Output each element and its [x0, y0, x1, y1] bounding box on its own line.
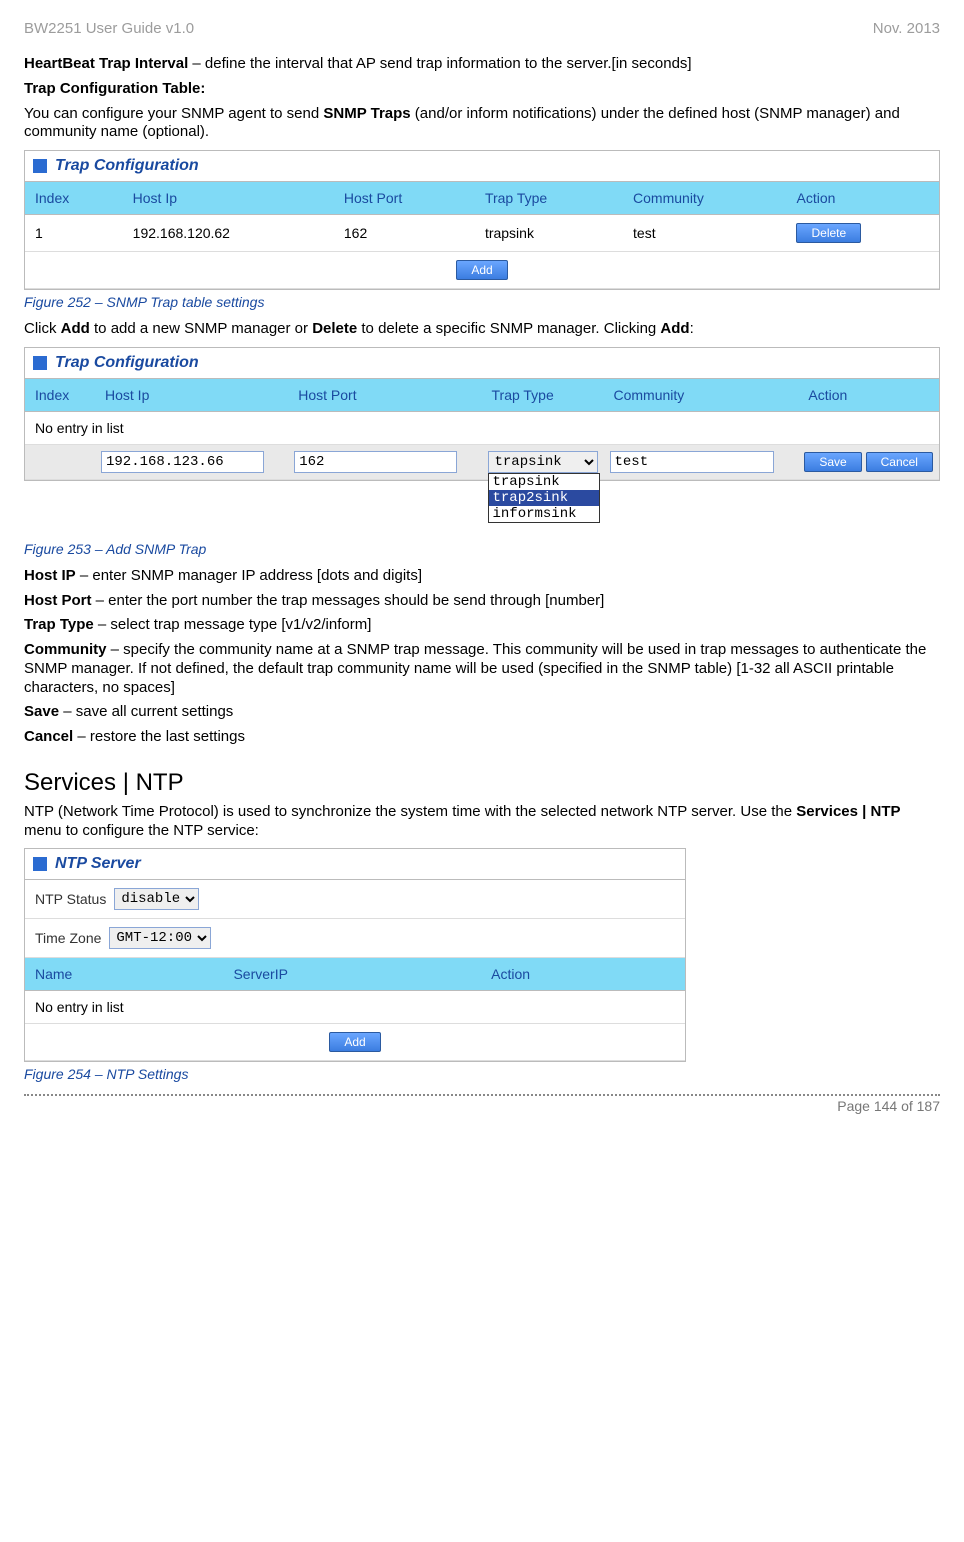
- timezone-label: Time Zone: [35, 930, 101, 946]
- col-community: Community: [623, 182, 786, 215]
- page-footer: Page 144 of 187: [24, 1094, 940, 1114]
- doc-header: BW2251 User Guide v1.0 Nov. 2013: [24, 20, 940, 37]
- ntp-server-panel: NTP Server NTP Status disable Time Zone …: [24, 848, 686, 1062]
- heartbeat-desc: HeartBeat Trap Interval – define the int…: [24, 55, 940, 74]
- col-action: Action: [786, 182, 939, 215]
- traptype-select[interactable]: trapsink: [488, 451, 598, 473]
- col-hostport: Host Port: [334, 182, 475, 215]
- table-row: 1 192.168.120.62 162 trapsink test Delet…: [25, 215, 939, 252]
- hostip-input[interactable]: [101, 451, 264, 473]
- trap-table-edit: Index Host Ip Host Port Trap Type Commun…: [25, 379, 939, 480]
- figure-254-caption: Figure 254 – NTP Settings: [24, 1066, 940, 1082]
- community-input[interactable]: [610, 451, 775, 473]
- cancel-button[interactable]: Cancel: [866, 452, 933, 472]
- save-button[interactable]: Save: [804, 452, 861, 472]
- ntp-status-label: NTP Status: [35, 891, 106, 907]
- ntp-section-heading: Services | NTP: [24, 769, 940, 797]
- ntp-table: Name ServerIP Action No entry in list Ad…: [25, 958, 685, 1061]
- add-button[interactable]: Add: [456, 260, 507, 280]
- add-button[interactable]: Add: [329, 1032, 380, 1052]
- ntp-status-select[interactable]: disable: [114, 888, 199, 910]
- figure-253-caption: Figure 253 – Add SNMP Trap: [24, 541, 940, 557]
- heartbeat-text: – define the interval that AP send trap …: [188, 55, 691, 72]
- option-trapsink[interactable]: trapsink: [489, 474, 599, 490]
- timezone-select[interactable]: GMT-12:00: [109, 927, 211, 949]
- doc-date: Nov. 2013: [873, 20, 940, 37]
- trap-config-panel-2: Trap Configuration Index Host Ip Host Po…: [24, 347, 940, 481]
- panel-icon: [33, 356, 47, 370]
- panel-title: Trap Configuration: [25, 348, 939, 379]
- ntp-status-row: NTP Status disable: [25, 880, 685, 919]
- col-traptype: Trap Type: [475, 182, 623, 215]
- trap-config-heading: Trap Configuration Table:: [24, 80, 940, 99]
- trap-config-panel-1: Trap Configuration Index Host Ip Host Po…: [24, 150, 940, 290]
- no-entry-text: No entry in list: [25, 411, 939, 444]
- traptype-options[interactable]: trapsink trap2sink informsink: [488, 473, 600, 523]
- figure-252-caption: Figure 252 – SNMP Trap table settings: [24, 294, 940, 310]
- heartbeat-label: HeartBeat Trap Interval: [24, 55, 188, 72]
- option-informsink[interactable]: informsink: [489, 506, 599, 522]
- trap-config-intro: You can configure your SNMP agent to sen…: [24, 105, 940, 143]
- hostport-input[interactable]: [294, 451, 457, 473]
- no-entry-text: No entry in list: [25, 991, 685, 1024]
- panel-icon: [33, 159, 47, 173]
- panel-icon: [33, 857, 47, 871]
- doc-title: BW2251 User Guide v1.0: [24, 20, 194, 37]
- panel-title: Trap Configuration: [25, 151, 939, 182]
- trap-table: Index Host Ip Host Port Trap Type Commun…: [25, 182, 939, 289]
- col-hostip: Host Ip: [123, 182, 334, 215]
- ntp-intro: NTP (Network Time Protocol) is used to s…: [24, 803, 940, 841]
- panel-title: NTP Server: [25, 849, 685, 880]
- col-index: Index: [25, 182, 123, 215]
- timezone-row: Time Zone GMT-12:00: [25, 919, 685, 958]
- click-add-text: Click Add to add a new SNMP manager or D…: [24, 320, 940, 339]
- delete-button[interactable]: Delete: [796, 223, 861, 243]
- option-trap2sink[interactable]: trap2sink: [489, 490, 599, 506]
